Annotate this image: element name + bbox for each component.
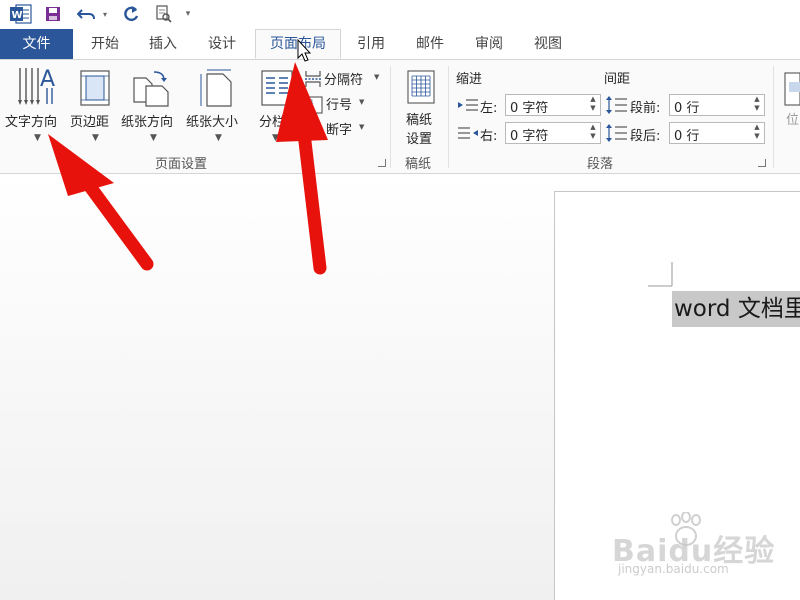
red-arrow-icon — [276, 62, 328, 275]
mouse-cursor-icon — [297, 38, 312, 62]
red-arrow-icon — [48, 134, 154, 271]
annotation-arrows — [48, 38, 328, 275]
